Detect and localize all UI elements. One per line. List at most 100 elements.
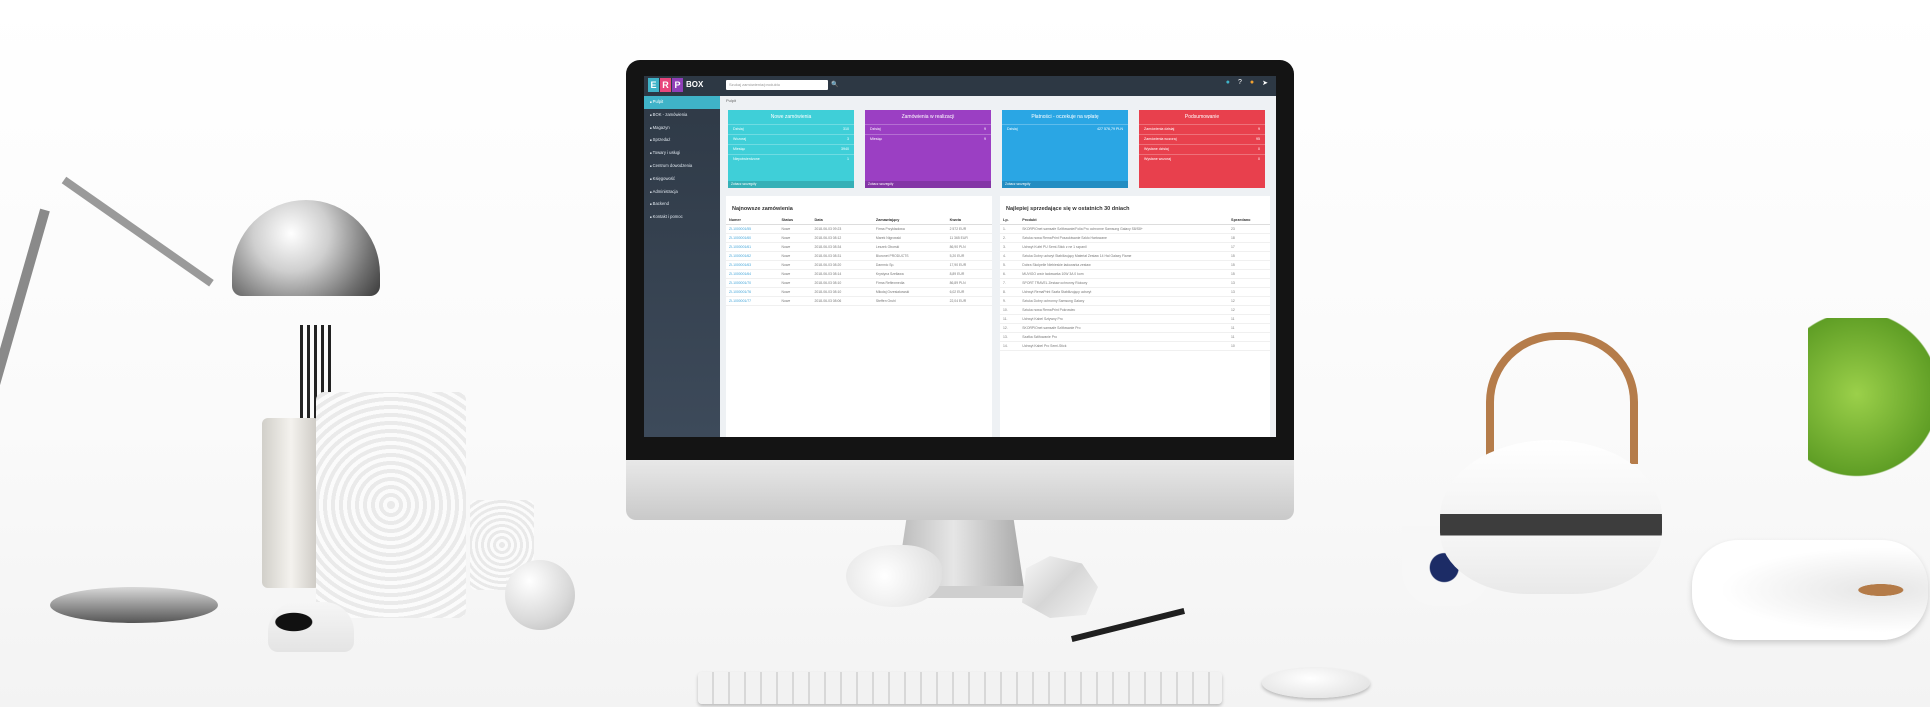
table-row[interactable]: 12. SKORPIOnet samsafe Szlifowanie Pro 11 xyxy=(1000,323,1270,333)
table-cell: Nowe xyxy=(778,224,812,234)
table-row[interactable]: 3. Uchwyt Kufel PU Semi-Stick z ne 1 szpa… xyxy=(1000,242,1270,252)
table-row[interactable]: ZI-1000001/55 Nowe 2018-06-03 09:23 Firma P… xyxy=(726,224,992,234)
stat-tile[interactable]: Nowe zamówienia Dzisiaj 310 Wczoraj 3 Miesiąc… xyxy=(728,110,854,188)
table-cell[interactable]: ZI-1000001/76 xyxy=(726,287,779,297)
sidebar-item-label: Administracja xyxy=(652,188,678,194)
table-cell: 11 xyxy=(1228,332,1270,342)
table-cell[interactable]: ZI-1000001/63 xyxy=(726,260,779,270)
column-header[interactable]: Sprzedano xyxy=(1228,216,1270,225)
table-cell: Leszek Oborski xyxy=(872,242,947,252)
table-cell: Krystyna Szellawa xyxy=(872,269,947,279)
table-row[interactable]: 5. Dobra Skolpelle Niebieskie ładowarka z… xyxy=(1000,260,1270,270)
column-header[interactable]: Status xyxy=(778,216,812,225)
screen: E R P BOX Szukaj zamówienia/produktu 🔍 ●… xyxy=(644,76,1276,437)
stat-label: Wysłane dzisiaj xyxy=(1144,147,1169,151)
stat-label: Dzisiaj xyxy=(733,127,744,131)
table-row[interactable]: ZI-1000001/63 Nowe 2018-06-03 08:20 Dammic … xyxy=(726,260,992,270)
search-input[interactable]: Szukaj zamówienia/produktu xyxy=(726,80,828,90)
sidebar-item[interactable]: ■ Księgowość xyxy=(644,173,720,186)
table-row[interactable]: 6. MUVIGO wzór ładowarka 10W 3A 0 kom 15 xyxy=(1000,269,1270,279)
stat-label: Niepotwierdzone xyxy=(733,157,760,161)
sidebar-item[interactable]: ■ Backend xyxy=(644,198,720,211)
sidebar-item[interactable]: ■ BOK - zamówienia xyxy=(644,109,720,122)
stat-tile-title: Nowe zamówienia xyxy=(770,114,812,120)
table-cell[interactable]: ZI-1000001/64 xyxy=(726,269,779,279)
table-row[interactable]: ZI-1000001/60 Nowe 2018-06-03 08:12 Marek N… xyxy=(726,233,992,243)
sidebar-item[interactable]: ■ Magazyn xyxy=(644,122,720,135)
stat-tile[interactable]: Płatności - oczekuje na wpłatę Dzisiaj 427… xyxy=(1002,110,1128,188)
help-icon[interactable]: ? xyxy=(1238,79,1242,87)
chat-icon[interactable]: ● xyxy=(1226,79,1230,87)
table-row[interactable]: 14. Uchwyt Kabel Pro Semi-Stick 10 xyxy=(1000,341,1270,351)
table-cell: SKORPIOnet samsafe Szlifowanie/Folia Pro… xyxy=(1019,224,1229,234)
table-row[interactable]: 11. Uchwyt Kabel Sztywny Pro 11 xyxy=(1000,314,1270,324)
logo-letter: R xyxy=(660,78,671,92)
table-cell: 2018-06-03 08:31 xyxy=(811,251,873,261)
stat-label: Wysłane wczoraj xyxy=(1144,157,1171,161)
table-row[interactable]: 4. Sztuka Dobry uchwyt Stabilizujący Mate… xyxy=(1000,251,1270,261)
table-cell: 12 xyxy=(1228,305,1270,315)
sidebar-item[interactable]: ■ Kontakt i pomoc xyxy=(644,211,720,224)
sidebar-item[interactable]: ■ Administracja xyxy=(644,186,720,199)
stat-tile-details-link[interactable]: Zobacz szczegóły xyxy=(728,181,854,188)
search-icon[interactable]: 🔍 xyxy=(830,80,840,90)
table-cell[interactable]: ZI-1000001/77 xyxy=(726,296,779,306)
desk-lamp-base xyxy=(50,587,218,623)
desk-scene: E R P BOX Szukaj zamówienia/produktu 🔍 ●… xyxy=(0,0,1930,707)
table-cell: Nowe xyxy=(778,269,812,279)
logo[interactable]: E R P BOX xyxy=(648,78,703,92)
table-row[interactable]: 8. Uchwyt RemaPrint Szafa Stabilizujący u… xyxy=(1000,287,1270,297)
table-cell: 2. xyxy=(1000,233,1020,243)
column-header[interactable]: Data xyxy=(811,216,873,225)
table-cell: 10 xyxy=(1228,341,1270,351)
table-cell[interactable]: ZI-1000001/61 xyxy=(726,242,779,252)
table-row[interactable]: ZI-1000001/64 Nowe 2018-06-03 08:14 Krystyn… xyxy=(726,269,992,279)
stat-tile-details-link[interactable]: Zobacz szczegóły xyxy=(1002,181,1128,188)
orders-table: Numer Status Data Zamawiający Kwota ZI-10000… xyxy=(726,216,992,306)
table-row[interactable]: ZI-1000001/61 Nowe 2018-06-03 08:34 Leszek … xyxy=(726,242,992,252)
stat-tile[interactable]: Zamówienia w realizacji Dzisiaj 9 Miesiąc 9 Z… xyxy=(865,110,991,188)
stat-tile[interactable]: Podsumowanie Zamówienia dzisiaj 9 Zamówieni… xyxy=(1139,110,1265,188)
sidebar-item[interactable]: ■ Pulpit xyxy=(644,96,720,109)
stat-value: 427 576,79 PLN xyxy=(1097,127,1123,131)
sidebar-item[interactable]: ■ Centrum dowodzenia xyxy=(644,160,720,173)
table-cell: Sztuka Dobry uchwyt Stabilizujący Materi… xyxy=(1019,251,1229,261)
pencil xyxy=(1070,608,1186,642)
logo-letter: E xyxy=(648,78,659,92)
sidebar-item[interactable]: ■ Sprzedaż xyxy=(644,134,720,147)
logout-icon[interactable]: ➤ xyxy=(1262,79,1268,87)
table-row[interactable]: 2. Sztuka nowa RemaPrint Poszukiwanie Szk… xyxy=(1000,233,1270,243)
table-cell[interactable]: ZI-1000001/62 xyxy=(726,251,779,261)
stat-tile-details-link[interactable]: Zobacz szczegóły xyxy=(865,181,991,188)
table-cell: 23 xyxy=(1228,224,1270,234)
column-header[interactable]: Lp. xyxy=(1000,216,1020,225)
stat-label: Miesiąc xyxy=(733,147,746,151)
table-row[interactable]: 9. Sztuka Dobry ochronny Samsung Galaxy 12 xyxy=(1000,296,1270,306)
table-row[interactable]: 10. Sztuka nowa RemaPrint Pokrowiec 12 xyxy=(1000,305,1270,315)
table-row[interactable]: ZI-1000001/62 Nowe 2018-06-03 08:31 Biurone… xyxy=(726,251,992,261)
user-icon[interactable]: ● xyxy=(1250,79,1254,87)
column-header[interactable]: Zamawiający xyxy=(872,216,947,225)
table-row[interactable]: 1. SKORPIOnet samsafe Szlifowanie/Folia P… xyxy=(1000,224,1270,234)
sidebar-item-label: Księgowość xyxy=(652,175,676,181)
table-cell[interactable]: ZI-1000001/60 xyxy=(726,233,779,243)
breadcrumb[interactable]: Pulpit xyxy=(726,98,736,103)
desk-lamp-arm xyxy=(0,208,50,500)
keyboard xyxy=(698,672,1222,704)
stat-value: 3 xyxy=(847,137,849,141)
table-cell[interactable]: ZI-1000001/70 xyxy=(726,278,779,288)
table-row[interactable]: 13. Szafka Szlifowanie Pro 11 xyxy=(1000,332,1270,342)
column-header[interactable]: Numer xyxy=(726,216,779,225)
column-header[interactable]: Kwota xyxy=(946,216,992,225)
table-cell: Firma Reflexmedia xyxy=(872,278,947,288)
column-header[interactable]: Produkt xyxy=(1019,216,1229,225)
table-row[interactable]: ZI-1000001/77 Nowe 2018-06-03 08:06 Steffen… xyxy=(726,296,992,306)
table-row[interactable]: ZI-1000001/76 Nowe 2018-06-03 08:10 Mikołaj… xyxy=(726,287,992,297)
table-cell: 8. xyxy=(1000,287,1020,297)
sidebar-item[interactable]: ■ Towary i usługi xyxy=(644,147,720,160)
table-cell[interactable]: ZI-1000001/55 xyxy=(726,224,779,234)
plant xyxy=(1808,318,1930,508)
panda-figurine xyxy=(268,602,354,652)
table-row[interactable]: ZI-1000001/70 Nowe 2018-06-03 08:10 Firma R… xyxy=(726,278,992,288)
table-row[interactable]: 7. SPORT TRAVEL Zestaw ochronny Różowy 13 xyxy=(1000,278,1270,288)
